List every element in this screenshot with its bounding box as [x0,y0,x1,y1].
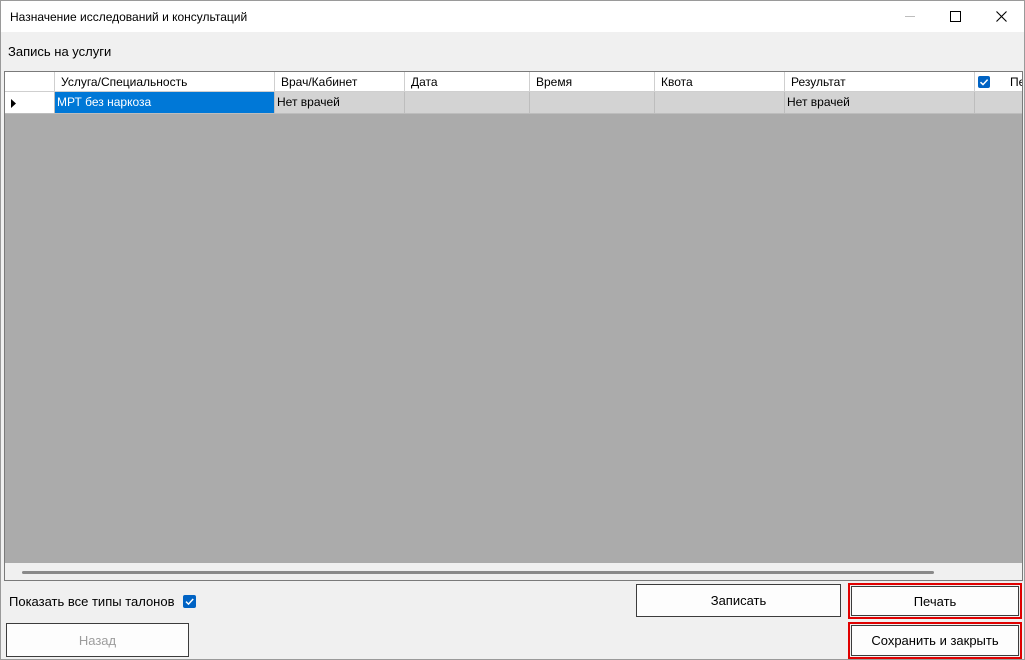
current-row-arrow-icon [11,99,16,108]
window-title: Назначение исследований и консультаций [10,10,248,24]
checkmark-icon [185,598,194,606]
minimize-icon [905,16,915,17]
cell-service[interactable]: МРТ без наркоза [55,92,275,114]
maximize-icon [949,11,961,22]
column-header-quota[interactable]: Квота [655,72,785,92]
cell-result[interactable]: Нет врачей [785,92,975,114]
checkmark-icon [979,79,989,86]
column-header-time[interactable]: Время [530,72,655,92]
back-button[interactable]: Назад [6,623,189,657]
column-header-date[interactable]: Дата [405,72,530,92]
close-icon [995,11,1007,22]
maximize-button[interactable] [932,1,978,32]
horizontal-scrollbar[interactable] [5,563,1022,580]
close-button[interactable] [978,1,1024,32]
book-button[interactable]: Записать [636,584,841,617]
select-all-checkbox[interactable] [978,76,990,88]
dialog-window: Назначение исследований и консультаций З… [0,0,1025,660]
cell-quota[interactable] [655,92,785,114]
cell-print[interactable] [975,92,1022,114]
column-header-service[interactable]: Услуга/Специальность [55,72,275,92]
show-all-ticket-types-label: Показать все типы талонов [9,594,175,609]
scrollbar-thumb[interactable] [22,571,934,574]
column-header-print[interactable]: Пе [975,72,1022,92]
minimize-button[interactable] [887,1,933,32]
save-and-close-button-highlight [848,622,1022,659]
services-grid[interactable]: Услуга/Специальность Врач/Кабинет Дата В… [4,71,1023,581]
cell-time[interactable] [530,92,655,114]
section-label: Запись на услуги [8,44,112,59]
column-header-result[interactable]: Результат [785,72,975,92]
cell-doctor[interactable]: Нет врачей [275,92,405,114]
show-all-ticket-types-checkbox[interactable] [183,595,196,608]
title-bar: Назначение исследований и консультаций [1,1,1024,32]
cell-date[interactable] [405,92,530,114]
print-button-highlight [848,583,1022,619]
column-header-doctor[interactable]: Врач/Кабинет [275,72,405,92]
row-header[interactable] [5,92,55,114]
row-header-corner [5,72,55,92]
